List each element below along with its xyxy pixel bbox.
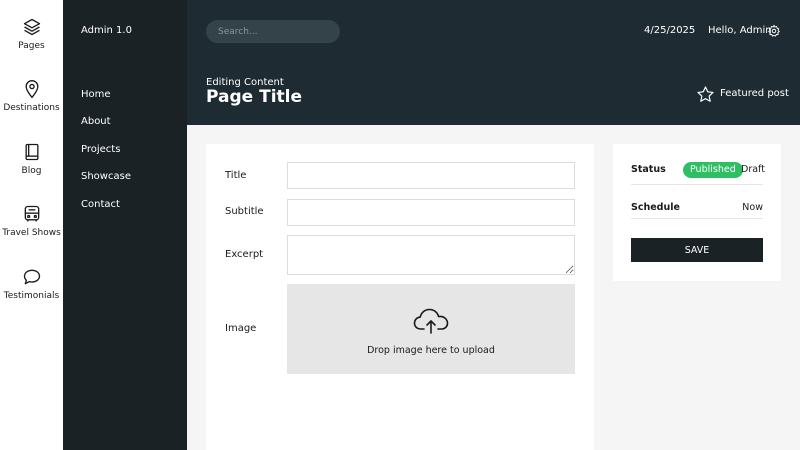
rail-item-destinations[interactable]: Destinations	[0, 79, 63, 113]
nav-item-home[interactable]: Home	[81, 89, 111, 100]
brand-label: Admin 1.0	[81, 25, 132, 36]
nav-item-about[interactable]: About	[81, 116, 111, 127]
icon-rail: Pages Destinations Blog Travel Shows Tes…	[0, 0, 63, 450]
nav-item-projects[interactable]: Projects	[81, 144, 120, 155]
rail-label-testimonials: Testimonials	[3, 291, 60, 301]
layers-icon	[23, 18, 40, 36]
rail-item-pages[interactable]: Pages	[0, 17, 63, 51]
gear-icon[interactable]	[767, 24, 781, 38]
status-published-badge[interactable]: Published	[683, 162, 743, 178]
status-label: Status	[631, 164, 666, 175]
star-icon	[697, 86, 714, 102]
excerpt-label: Excerpt	[225, 249, 264, 260]
divider	[631, 184, 763, 185]
rail-item-testimonials[interactable]: Testimonials	[0, 267, 63, 301]
status-draft-option[interactable]: Draft	[741, 164, 765, 175]
publish-panel: Status Published Draft Schedule Now SAVE	[613, 144, 781, 281]
chat-bubble-icon	[23, 269, 40, 285]
schedule-value[interactable]: Now	[742, 202, 763, 213]
page-header: 4/25/2025 Hello, Admin Editing Content P…	[187, 0, 800, 125]
subtitle-label: Subtitle	[225, 206, 264, 217]
map-pin-icon	[24, 80, 39, 99]
nav-sidebar: Admin 1.0 Home About Projects Showcase C…	[63, 0, 187, 450]
rail-label-pages: Pages	[18, 41, 45, 51]
divider	[631, 218, 763, 219]
rail-item-travel-shows[interactable]: Travel Shows	[0, 204, 63, 238]
rail-label-travel-shows: Travel Shows	[2, 228, 61, 238]
content-form: Title Subtitle Excerpt Image Drop image …	[206, 144, 594, 450]
featured-post-label: Featured post	[720, 88, 789, 99]
excerpt-textarea[interactable]	[287, 235, 575, 275]
header-date: 4/25/2025	[644, 25, 696, 36]
rail-label-blog: Blog	[21, 166, 42, 176]
book-icon	[25, 143, 38, 161]
rail-item-blog[interactable]: Blog	[0, 142, 63, 176]
search-input[interactable]	[206, 20, 340, 43]
subtitle-input[interactable]	[287, 199, 575, 226]
dropzone-text: Drop image here to upload	[367, 345, 495, 356]
image-dropzone[interactable]: Drop image here to upload	[287, 284, 575, 374]
page-title: Page Title	[206, 87, 302, 107]
save-button[interactable]: SAVE	[631, 238, 763, 262]
image-label: Image	[225, 323, 257, 334]
title-input[interactable]	[287, 162, 575, 189]
nav-item-contact[interactable]: Contact	[81, 199, 120, 210]
user-greeting: Hello, Admin	[708, 25, 772, 36]
title-label: Title	[225, 170, 247, 181]
bus-icon	[24, 205, 39, 222]
rail-label-destinations: Destinations	[3, 103, 60, 113]
schedule-label: Schedule	[631, 202, 680, 213]
nav-item-showcase[interactable]: Showcase	[81, 171, 131, 182]
cloud-upload-icon	[413, 308, 449, 334]
